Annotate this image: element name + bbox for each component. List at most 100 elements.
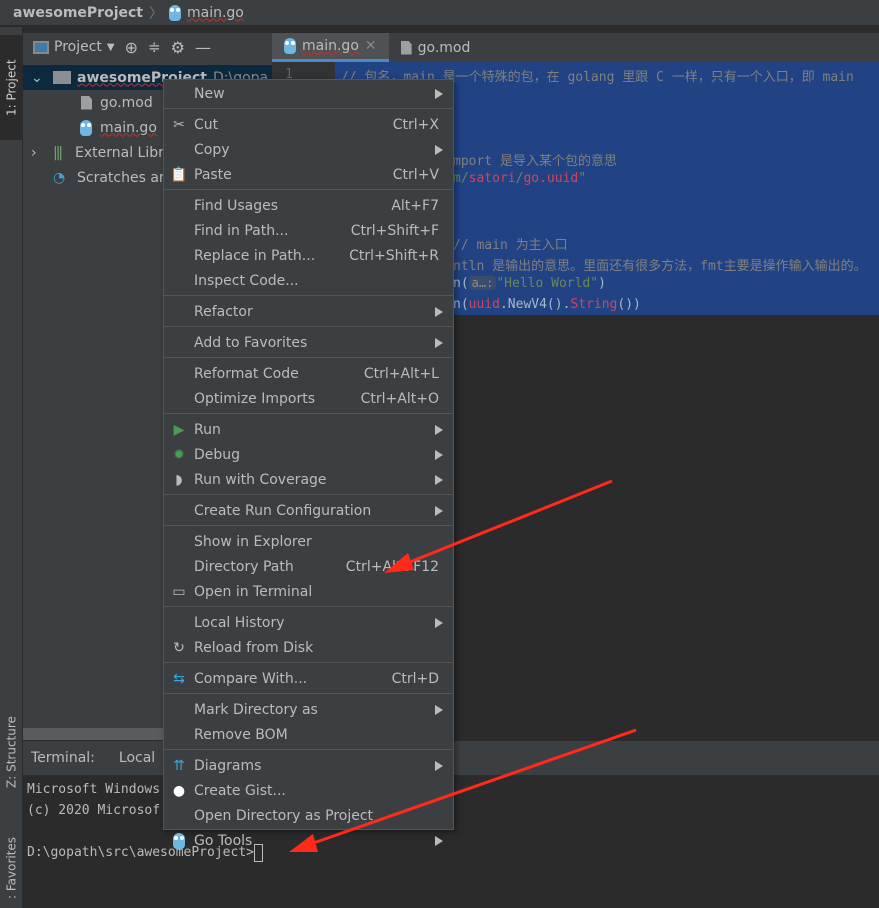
menu-item-run[interactable]: ▶ Run xyxy=(164,417,453,442)
coverage-icon: ◗ xyxy=(175,471,183,488)
breadcrumb-project[interactable]: awesomeProject xyxy=(13,5,143,21)
code-token: n( xyxy=(453,276,469,291)
menu-item-inspect-code[interactable]: Inspect Code... xyxy=(164,268,453,293)
chevron-down-icon[interactable]: ⌄ xyxy=(31,70,47,86)
menu-item-label: Add to Favorites xyxy=(194,334,308,351)
code-line-10: ntln 是输出的意思。里面还有很多方法，fmt主要是操作输入输出的。 xyxy=(453,259,867,274)
library-icon: ||| xyxy=(53,144,63,161)
tree-item-label: Scratches ar xyxy=(77,169,165,186)
menu-item-open-directory-as-project[interactable]: Open Directory as Project xyxy=(164,803,453,828)
terminal-tab-local[interactable]: Local xyxy=(119,750,155,766)
gopher-icon xyxy=(170,832,188,850)
reload-icon: ↻ xyxy=(173,639,185,656)
menu-item-copy[interactable]: Copy xyxy=(164,137,453,162)
tab-project[interactable]: 1: Project xyxy=(0,35,23,140)
menu-item-label: Local History xyxy=(194,614,285,631)
code-token: ) xyxy=(598,276,606,291)
window-icon xyxy=(33,40,49,54)
tab-label: go.mod xyxy=(417,39,471,56)
tab-favorites[interactable]: : Favorites xyxy=(0,827,23,908)
menu-item-label: Debug xyxy=(194,446,241,463)
menu-item-mark-directory-as[interactable]: Mark Directory as xyxy=(164,697,453,722)
menu-item-open-in-terminal[interactable]: ▭ Open in Terminal xyxy=(164,579,453,604)
tab-structure[interactable]: Z: Structure xyxy=(0,697,23,807)
submenu-arrow-icon xyxy=(435,474,443,485)
menu-item-create-run-configuration[interactable]: Create Run Configuration xyxy=(164,498,453,523)
code-token: go.uuid xyxy=(523,171,579,186)
debug-icon: ✹ xyxy=(173,446,185,463)
menu-item-label: Reload from Disk xyxy=(194,639,314,656)
menu-item-label: Compare With... xyxy=(194,670,308,687)
breadcrumb-file[interactable]: main.go xyxy=(187,5,244,21)
menu-item-refactor[interactable]: Refactor xyxy=(164,299,453,324)
menu-item-show-in-explorer[interactable]: Show in Explorer xyxy=(164,529,453,554)
menu-item-find-usages[interactable]: Find Usages Alt+F7 xyxy=(164,193,453,218)
submenu-arrow-icon xyxy=(435,617,443,628)
editor-tabs: main.go ✕ go.mod xyxy=(272,33,879,62)
tab-project-label: 1: Project xyxy=(4,59,19,116)
github-icon: ● xyxy=(172,782,186,799)
diagrams-icon: ⇈ xyxy=(173,757,185,774)
collapse-all-icon[interactable]: ≑ xyxy=(148,38,161,56)
menu-item-debug[interactable]: ✹ Debug xyxy=(164,442,453,467)
breadcrumb-separator: 〉 xyxy=(148,5,163,22)
tab-label: main.go xyxy=(302,38,359,54)
terminal-label: Terminal: xyxy=(31,750,95,766)
menu-item-label: Create Gist... xyxy=(194,782,286,799)
code-token: uuid xyxy=(468,297,500,312)
left-tool-strip: 1: Project Z: Structure : Favorites xyxy=(0,27,23,908)
menu-item-shortcut: Ctrl+Shift+F xyxy=(350,222,439,239)
menu-item-label: Open in Terminal xyxy=(194,583,313,600)
menu-item-replace-in-path[interactable]: Replace in Path... Ctrl+Shift+R xyxy=(164,243,453,268)
hide-icon[interactable]: — xyxy=(195,38,211,57)
menu-item-compare-with[interactable]: ⇆ Compare With... Ctrl+D xyxy=(164,666,453,691)
menu-item-create-gist[interactable]: ● Create Gist... xyxy=(164,778,453,803)
gear-icon[interactable]: ⚙ xyxy=(171,38,185,57)
menu-item-label: Refactor xyxy=(194,303,253,320)
code-token: "Hello World" xyxy=(496,276,599,291)
code-token: n( xyxy=(453,297,469,312)
locate-icon[interactable]: ⊕ xyxy=(125,38,138,57)
chevron-right-icon[interactable]: › xyxy=(31,145,53,161)
project-toolbar: Project ▼ ⊕ ≑ ⚙ — xyxy=(23,33,272,61)
gopher-icon xyxy=(80,119,92,136)
tab-go-mod[interactable]: go.mod xyxy=(389,33,483,62)
submenu-arrow-icon xyxy=(435,835,443,846)
code-line-5: mport 是导入某个包的意思 xyxy=(453,154,617,169)
menu-item-paste[interactable]: 📋 Paste Ctrl+V xyxy=(164,162,453,187)
menu-item-local-history[interactable]: Local History xyxy=(164,610,453,635)
menu-item-go-tools[interactable]: Go Tools xyxy=(164,828,453,853)
menu-item-shortcut: Ctrl+X xyxy=(392,116,439,133)
code-token: m/ xyxy=(453,171,469,186)
project-view-label: Project xyxy=(54,39,102,55)
project-view-selector[interactable]: Project ▼ xyxy=(33,39,115,55)
title-bar: awesomeProject 〉 main.go xyxy=(0,0,879,26)
code-line-9: // main 为主入口 xyxy=(453,238,568,253)
menu-item-diagrams[interactable]: ⇈ Diagrams xyxy=(164,753,453,778)
tab-main-go[interactable]: main.go ✕ xyxy=(272,33,389,62)
scissors-icon: ✂ xyxy=(173,116,185,133)
close-icon[interactable]: ✕ xyxy=(365,38,377,54)
menu-item-run-with-coverage[interactable]: ◗ Run with Coverage xyxy=(164,467,453,492)
folder-icon xyxy=(53,71,71,84)
menu-item-reload-from-disk[interactable]: ↻ Reload from Disk xyxy=(164,635,453,660)
menu-item-shortcut: Ctrl+Alt+L xyxy=(363,365,439,382)
menu-item-label: Replace in Path... xyxy=(194,247,316,264)
menu-item-label: New xyxy=(194,85,225,102)
menu-item-find-in-path[interactable]: Find in Path... Ctrl+Shift+F xyxy=(164,218,453,243)
menu-item-reformat-code[interactable]: Reformat Code Ctrl+Alt+L xyxy=(164,361,453,386)
submenu-arrow-icon xyxy=(435,424,443,435)
menu-item-new[interactable]: New xyxy=(164,81,453,106)
file-icon xyxy=(81,95,92,110)
menu-item-directory-path[interactable]: Directory Path Ctrl+Alt+F12 xyxy=(164,554,453,579)
menu-item-add-to-favorites[interactable]: Add to Favorites xyxy=(164,330,453,355)
submenu-arrow-icon xyxy=(435,337,443,348)
menu-item-remove-bom[interactable]: Remove BOM xyxy=(164,722,453,747)
tree-item-label: go.mod xyxy=(100,94,153,111)
menu-item-label: Open Directory as Project xyxy=(194,807,374,824)
menu-item-cut[interactable]: ✂ Cut Ctrl+X xyxy=(164,112,453,137)
submenu-arrow-icon xyxy=(435,306,443,317)
menu-item-label: Find in Path... xyxy=(194,222,289,239)
menu-item-optimize-imports[interactable]: Optimize Imports Ctrl+Alt+O xyxy=(164,386,453,411)
code-token: " xyxy=(578,171,587,186)
